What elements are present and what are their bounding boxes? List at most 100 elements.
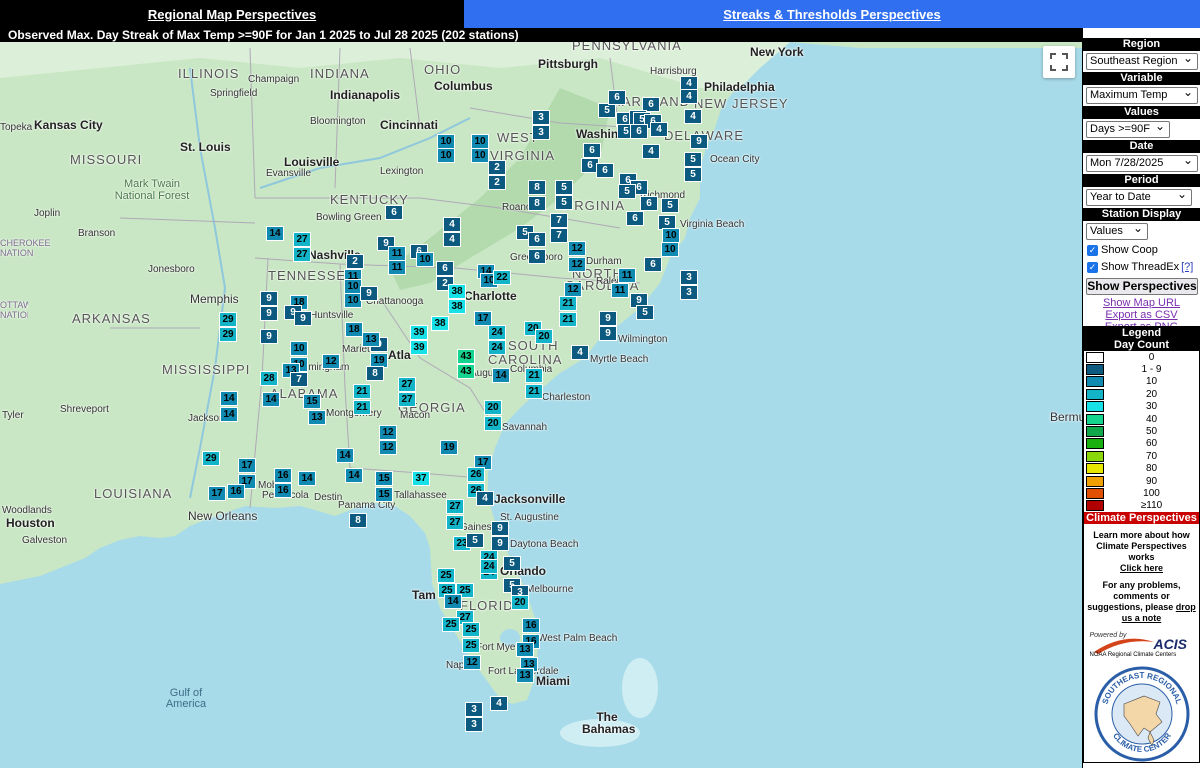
station-marker[interactable]: 9 [260, 306, 278, 321]
station-marker[interactable]: 18 [345, 322, 363, 337]
station-marker[interactable]: 8 [366, 366, 384, 381]
station-marker[interactable]: 4 [490, 696, 508, 711]
station-marker[interactable]: 43 [457, 349, 475, 364]
station-marker[interactable]: 6 [644, 257, 662, 272]
station-marker[interactable]: 9 [599, 326, 617, 341]
station-marker[interactable]: 21 [353, 384, 371, 399]
station-marker[interactable]: 16 [227, 484, 245, 499]
station-marker[interactable]: 14 [336, 448, 354, 463]
station-marker[interactable]: 14 [220, 391, 238, 406]
station-marker[interactable]: 4 [476, 491, 494, 506]
station-marker[interactable]: 10 [471, 148, 489, 163]
station-marker[interactable]: 6 [528, 249, 546, 264]
station-marker[interactable]: 9 [599, 311, 617, 326]
station-marker[interactable]: 6 [626, 211, 644, 226]
station-marker[interactable]: 14 [220, 407, 238, 422]
station-marker[interactable]: 6 [583, 143, 601, 158]
station-marker[interactable]: 29 [219, 327, 237, 342]
station-marker[interactable]: 12 [379, 425, 397, 440]
station-marker[interactable]: 12 [322, 354, 340, 369]
period-select[interactable]: Year to Date [1086, 187, 1192, 206]
station-marker[interactable]: 6 [630, 124, 648, 139]
station-marker[interactable]: 9 [491, 521, 509, 536]
station-marker[interactable]: 7 [550, 228, 568, 243]
station-marker[interactable]: 24 [488, 325, 506, 340]
station-marker[interactable]: 14 [345, 468, 363, 483]
station-marker[interactable]: 12 [568, 257, 586, 272]
station-marker[interactable]: 14 [262, 392, 280, 407]
station-marker[interactable]: 25 [442, 617, 460, 632]
station-marker[interactable]: 20 [511, 595, 529, 610]
station-marker[interactable]: 27 [446, 499, 464, 514]
map-view[interactable]: Observed Max. Day Streak of Max Temp >=9… [0, 28, 1082, 768]
station-marker[interactable]: 5 [555, 195, 573, 210]
station-marker[interactable]: 9 [260, 329, 278, 344]
acis-logo[interactable]: Powered by ACIS NOAA Regional Climate Ce… [1090, 632, 1194, 660]
station-marker[interactable]: 3 [680, 270, 698, 285]
station-marker[interactable]: 37 [412, 471, 430, 486]
station-marker[interactable]: 10 [290, 341, 308, 356]
station-marker[interactable]: 6 [385, 205, 403, 220]
show-perspectives-button[interactable]: Show Perspectives [1086, 278, 1198, 295]
station-marker[interactable]: 11 [388, 260, 406, 275]
station-marker[interactable]: 4 [650, 122, 668, 137]
station-marker[interactable]: 29 [219, 312, 237, 327]
station-marker[interactable]: 21 [559, 312, 577, 327]
station-marker[interactable]: 9 [360, 286, 378, 301]
station-marker[interactable]: 11 [618, 268, 636, 283]
station-marker[interactable]: 16 [522, 618, 540, 633]
station-marker[interactable]: 4 [443, 232, 461, 247]
station-marker[interactable]: 25 [437, 568, 455, 583]
station-marker[interactable]: 15 [375, 487, 393, 502]
station-marker[interactable]: 13 [516, 642, 534, 657]
station-marker[interactable]: 17 [474, 311, 492, 326]
station-marker[interactable]: 10 [662, 228, 680, 243]
station-marker[interactable]: 43 [457, 364, 475, 379]
station-marker[interactable]: 6 [596, 163, 614, 178]
station-display-select[interactable]: Values [1086, 221, 1148, 240]
serc-logo[interactable]: SOUTHEAST REGIONAL CLIMATE CENTER [1094, 666, 1190, 762]
station-marker[interactable]: 5 [636, 305, 654, 320]
threadex-help-link[interactable]: [?] [1181, 261, 1193, 273]
station-marker[interactable]: 27 [398, 377, 416, 392]
station-marker[interactable]: 11 [388, 246, 406, 261]
station-marker[interactable]: 15 [303, 394, 321, 409]
station-marker[interactable]: 12 [379, 440, 397, 455]
station-marker[interactable]: 6 [640, 196, 658, 211]
station-marker[interactable]: 14 [298, 471, 316, 486]
station-marker[interactable]: 10 [437, 148, 455, 163]
variable-select[interactable]: Maximum Temp [1086, 85, 1198, 104]
station-marker[interactable]: 14 [492, 368, 510, 383]
station-marker[interactable]: 20 [535, 329, 553, 344]
station-marker[interactable]: 6 [608, 90, 626, 105]
station-marker[interactable]: 38 [448, 299, 466, 314]
station-marker[interactable]: 17 [238, 458, 256, 473]
station-marker[interactable]: 21 [525, 384, 543, 399]
fullscreen-button[interactable] [1043, 46, 1075, 78]
station-marker[interactable]: 5 [684, 167, 702, 182]
tab-streaks-thresholds-perspectives[interactable]: Streaks & Thresholds Perspectives [464, 0, 1200, 28]
station-marker[interactable]: 15 [375, 471, 393, 486]
station-marker[interactable]: 25 [462, 622, 480, 637]
station-marker[interactable]: 8 [349, 513, 367, 528]
station-marker[interactable]: 5 [598, 103, 616, 118]
station-marker[interactable]: 25 [462, 638, 480, 653]
station-marker[interactable]: 2 [488, 175, 506, 190]
station-marker[interactable]: 14 [444, 594, 462, 609]
station-marker[interactable]: 9 [491, 536, 509, 551]
station-marker[interactable]: 22 [493, 270, 511, 285]
station-marker[interactable]: 11 [611, 283, 629, 298]
station-marker[interactable]: 39 [410, 325, 428, 340]
station-marker[interactable]: 4 [443, 217, 461, 232]
station-marker[interactable]: 21 [559, 296, 577, 311]
station-marker[interactable]: 3 [680, 285, 698, 300]
station-marker[interactable]: 13 [516, 668, 534, 683]
station-marker[interactable]: 10 [416, 252, 434, 267]
station-marker[interactable]: 26 [467, 467, 485, 482]
station-marker[interactable]: 5 [503, 556, 521, 571]
station-marker[interactable]: 10 [661, 242, 679, 257]
station-marker[interactable]: 13 [362, 332, 380, 347]
station-marker[interactable]: 3 [465, 702, 483, 717]
station-marker[interactable]: 4 [642, 144, 660, 159]
station-marker[interactable]: 12 [564, 282, 582, 297]
